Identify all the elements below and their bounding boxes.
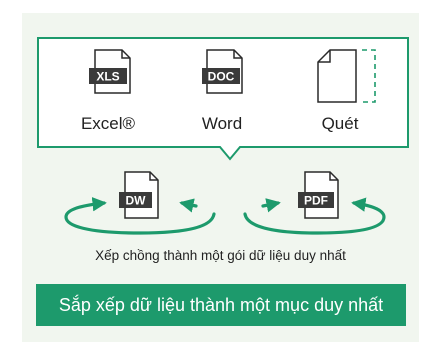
excel-label: Excel® — [80, 114, 136, 133]
stack-caption: Xếp chồng thành một gói dữ liệu duy nhất — [95, 248, 346, 263]
doc-badge-text: DOC — [208, 70, 235, 84]
doc-file-icon: DOC — [202, 49, 243, 94]
pdf-file-icon: PDF — [298, 171, 339, 219]
dw-file-icon: DW — [119, 171, 159, 219]
pdf-badge-text: PDF — [304, 194, 328, 208]
scan-label: Quét — [321, 114, 359, 133]
xls-file-icon: XLS — [89, 49, 131, 94]
diagram-stage: XLS DOC DW PDF Excel® Word Quét Xếp chồn… — [0, 0, 444, 356]
word-label: Word — [201, 114, 243, 133]
xls-badge-text: XLS — [96, 70, 119, 84]
dw-badge-text: DW — [126, 194, 147, 208]
summary-banner: Sắp xếp dữ liệu thành một mục duy nhất — [36, 284, 406, 326]
